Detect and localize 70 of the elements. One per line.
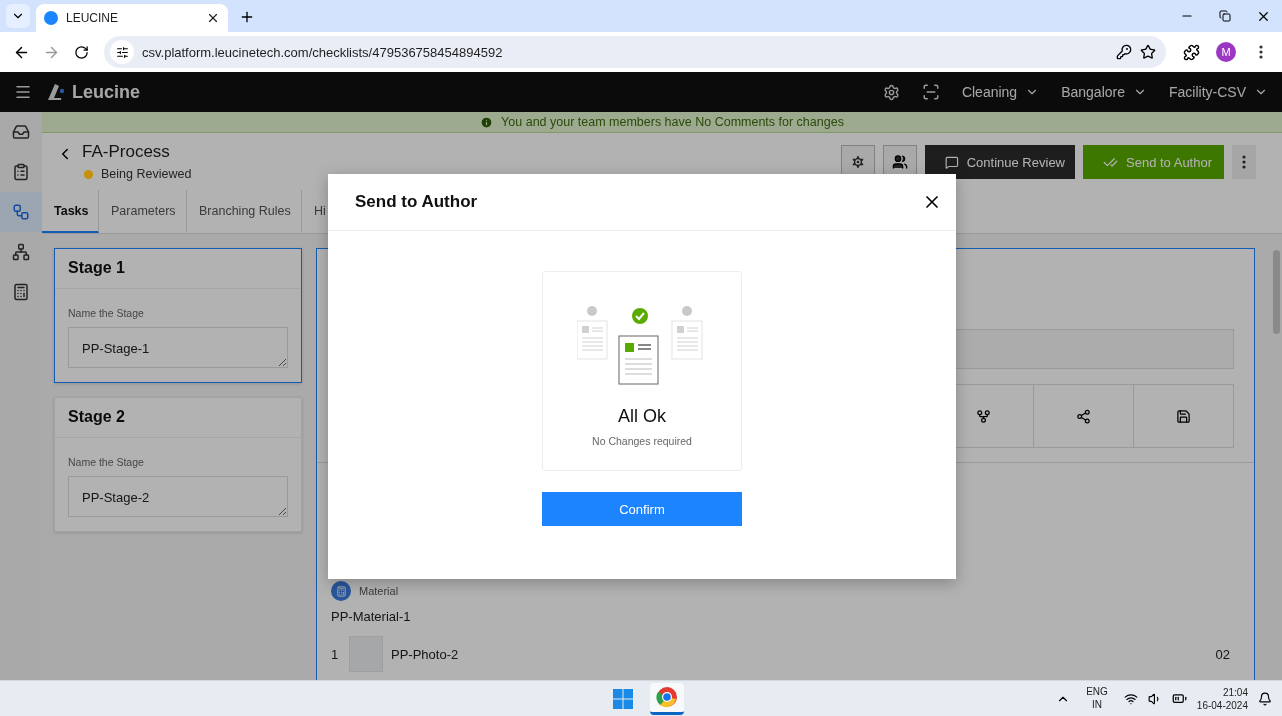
clipboard-list-icon	[12, 163, 30, 181]
item-name: PP-Photo-2	[391, 646, 460, 662]
tab-title: LEUCINE	[66, 11, 119, 25]
flowchart-icon	[12, 203, 30, 221]
brand-name: Leucine	[72, 81, 141, 103]
header-dropdown[interactable]: Cleaning	[961, 84, 1040, 100]
kebab-icon	[1242, 155, 1246, 169]
settings-icon[interactable]	[882, 83, 900, 101]
parameter-name: PP-Material-1	[331, 609, 412, 624]
banner-text: You and your team members have No Comments for changes	[501, 115, 844, 129]
status-label: Being Reviewed	[101, 167, 192, 181]
share-icon	[1075, 408, 1091, 424]
status-heading: All Ok	[618, 406, 666, 427]
field-label: Name the Stage	[68, 456, 145, 468]
favicon-icon	[44, 11, 58, 25]
clock[interactable]: 21:04 16-04-2024	[1196, 685, 1248, 712]
tab-list-button[interactable]	[6, 4, 30, 28]
battery-icon[interactable]	[1171, 691, 1187, 706]
stage-card[interactable]: Stage 2 Name the Stage PP-Stage-2	[54, 397, 302, 532]
language-indicator[interactable]: ENG IN	[1080, 686, 1114, 711]
address-bar[interactable]: csv.platform.leucinetech.com/checklists/479536758454894592	[104, 36, 1166, 68]
dialog-title: Send to Author	[355, 192, 479, 212]
users-icon	[892, 154, 908, 170]
gear-icon	[850, 154, 866, 170]
inbox-icon	[12, 123, 30, 141]
review-button[interactable]: Continue Review	[925, 145, 1075, 179]
confirm-button[interactable]: Confirm	[542, 492, 742, 526]
row-index: 1	[331, 646, 340, 662]
reload-icon	[73, 44, 89, 60]
restore-icon	[1219, 10, 1231, 22]
calculator-icon	[12, 283, 30, 301]
stage-card[interactable]: Stage 1 Name the Stage PP-Stage-1	[54, 248, 302, 383]
kebab-icon	[1259, 45, 1263, 59]
wifi-icon[interactable]	[1123, 691, 1138, 706]
browser-logo-icon	[656, 686, 678, 708]
stage-name-field[interactable]: PP-Stage-1	[68, 327, 288, 368]
page-title: FA-Process	[82, 142, 171, 162]
item-quantity: 02	[1215, 646, 1230, 662]
close-icon[interactable]	[206, 11, 220, 25]
browser-taskbar-button[interactable]	[650, 682, 684, 715]
plus-icon	[239, 9, 255, 25]
header-dropdown[interactable]: Bangalore	[1061, 84, 1147, 100]
material-icon	[331, 581, 351, 601]
hierarchy-icon	[12, 243, 30, 261]
scan-icon[interactable]	[921, 83, 940, 101]
header-dropdown[interactable]: Facility-CSV	[1169, 84, 1268, 100]
logo-icon	[46, 82, 66, 102]
parameter-type: Material	[359, 585, 399, 597]
status-subtext: No Changes required	[592, 435, 692, 447]
menu-icon[interactable]	[14, 83, 32, 101]
stage-title: Stage 2	[55, 398, 301, 438]
site-info-button[interactable]	[110, 40, 134, 64]
tab[interactable]: Tasks	[42, 190, 99, 233]
scrollbar-thumb[interactable]	[1273, 250, 1280, 334]
comment-icon	[945, 154, 959, 170]
stage-title: Stage 1	[55, 249, 301, 289]
profile-avatar[interactable]: M	[1216, 42, 1236, 62]
field-label: Name the Stage	[68, 307, 145, 319]
windows-logo-icon	[613, 688, 633, 709]
info-icon	[480, 115, 494, 129]
stage-name-field[interactable]: PP-Stage-2	[68, 476, 288, 517]
url-text: csv.platform.leucinetech.com/checklists/479536758454894592	[142, 44, 504, 60]
save-icon	[1175, 408, 1191, 424]
key-icon[interactable]	[1116, 44, 1132, 60]
notifications-icon[interactable]	[1258, 691, 1272, 706]
fork-icon	[975, 408, 991, 424]
browser-tab[interactable]: LEUCINE	[36, 4, 228, 32]
star-icon[interactable]	[1140, 44, 1156, 60]
puzzle-icon	[1182, 43, 1200, 61]
sliders-icon	[115, 45, 129, 59]
